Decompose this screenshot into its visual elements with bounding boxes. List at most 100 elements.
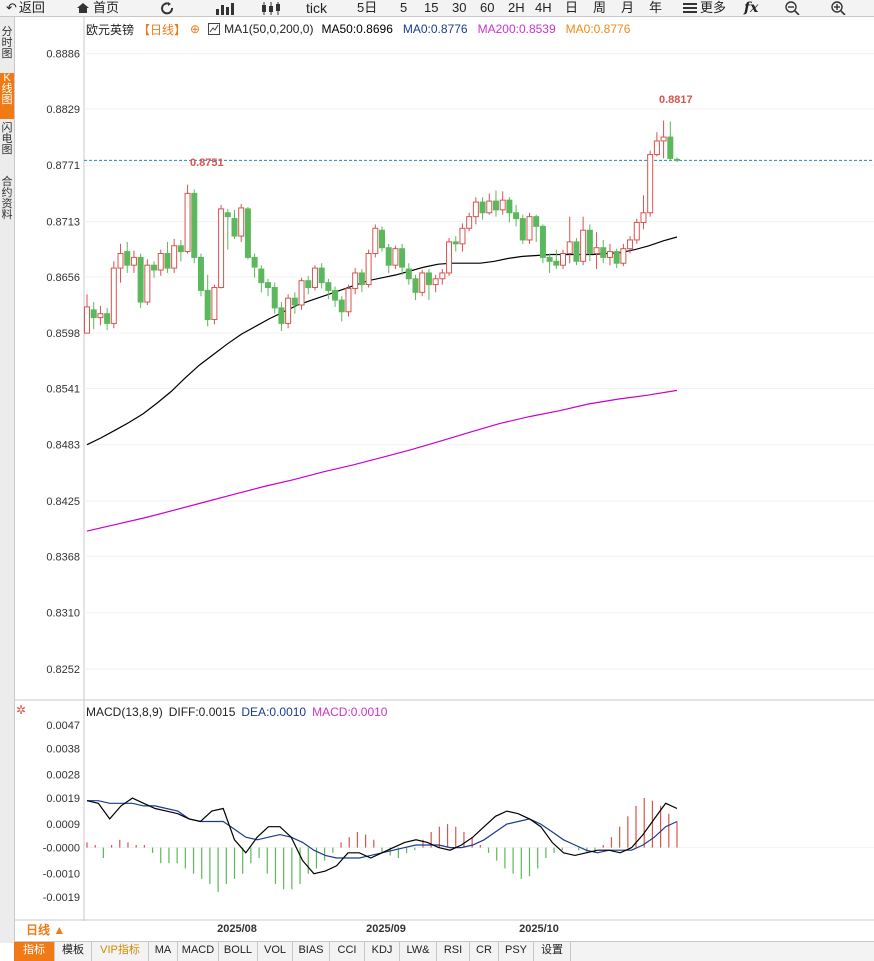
candle-body (171, 245, 178, 269)
tab-vol[interactable]: VOL (258, 942, 293, 961)
ma1-params: MA1(50,0,200,0) (224, 22, 314, 36)
candle-body (358, 272, 365, 286)
candle-body (573, 241, 580, 262)
candle-body (338, 299, 345, 313)
period-5[interactable]: 5 (400, 0, 407, 16)
macd-settings-icon[interactable]: ✲ (16, 703, 26, 717)
candle-body (459, 227, 466, 245)
tab-macd[interactable]: MACD (178, 942, 219, 961)
tab-template[interactable]: 模板 (55, 942, 92, 961)
high-annotation-1: 0.8751 (190, 157, 224, 169)
candle-body (633, 221, 640, 241)
tab-psy[interactable]: PSY (499, 942, 534, 961)
candle-body (452, 241, 459, 245)
candle-body (580, 229, 587, 262)
macd-legend: MACD(13,8,9) DIFF:0.0015 DEA:0.0010 MACD… (86, 705, 387, 719)
tab-cr[interactable]: CR (470, 942, 499, 961)
period-tick[interactable]: tick (306, 0, 327, 16)
candle-body (533, 216, 540, 227)
candle-body (84, 306, 90, 334)
tab-contract-info[interactable]: 合约资料 (0, 177, 14, 233)
candle-body (432, 278, 439, 286)
zoom-out-icon (785, 1, 800, 15)
candle-type-button[interactable] (260, 0, 282, 16)
candle-body (191, 192, 198, 258)
ma200-line (86, 389, 678, 532)
refresh-icon (161, 1, 173, 14)
candle-body (647, 154, 654, 214)
kline-chart[interactable]: 0.8886 0.8829 0.8771 0.8713 0.8656 0.8598 0.85… (0, 0, 874, 960)
candle-body (419, 272, 426, 293)
price-tick-label: 0.8252 (46, 664, 80, 676)
ma0b-value: MA0:0.8776 (565, 22, 631, 36)
macd-tick-label: 0.0028 (46, 770, 80, 782)
high-annotation-2: 0.8817 (659, 94, 693, 106)
add-indicator-icon[interactable]: ⊕ (190, 22, 200, 36)
candle-body (177, 245, 184, 253)
candle-body (251, 256, 258, 268)
tab-flash-chart[interactable]: 闪电图 (0, 123, 14, 163)
tab-lw[interactable]: LW& (400, 942, 437, 961)
back-button[interactable]: ↶ 返回 (6, 0, 45, 16)
main-legend: 欧元英镑 【日线】 ⊕ MA1(50,0,200,0) MA50:0.8696 … (86, 21, 631, 38)
candle-body (519, 218, 526, 241)
candle-body (332, 289, 339, 301)
symbol-name: 欧元英镑 (86, 22, 135, 37)
period-week[interactable]: 周 (593, 0, 606, 16)
tab-kdj[interactable]: KDJ (365, 942, 400, 961)
macd-tick-label: -0.0019 (43, 892, 80, 904)
period-2h[interactable]: 2H (508, 0, 525, 16)
candle-body (466, 216, 473, 229)
tab-vip-indicator[interactable]: VIP指标 (92, 942, 149, 961)
tab-settings[interactable]: 设置 (534, 942, 571, 961)
candle-body (446, 241, 453, 274)
period-30[interactable]: 30 (452, 0, 466, 16)
period-15[interactable]: 15 (424, 0, 438, 16)
candle-body (613, 251, 620, 264)
zoom-in-button[interactable] (831, 0, 846, 16)
tab-rsi[interactable]: RSI (437, 942, 470, 961)
candle-body (405, 268, 412, 280)
back-arrow-icon: ↶ (6, 0, 17, 15)
candle-body (345, 287, 352, 313)
candle-body (298, 280, 305, 306)
tab-boll[interactable]: BOLL (219, 942, 258, 961)
period-label[interactable]: 【日线】 (138, 21, 186, 38)
zoom-out-button[interactable] (785, 0, 800, 16)
candle-body (224, 212, 231, 218)
price-tick-label: 0.8483 (46, 440, 80, 452)
ma200-value: MA200:0.8539 (477, 22, 556, 36)
date-tick-label: 2025/09 (366, 923, 406, 935)
candle-body (385, 247, 392, 266)
candle-body (479, 201, 486, 214)
candle-body (238, 207, 245, 237)
candle-body (600, 247, 607, 258)
refresh-button[interactable] (160, 0, 176, 16)
tab-timeshare[interactable]: 分时图 (0, 27, 14, 63)
period-60[interactable]: 60 (480, 0, 494, 16)
tab-indicator[interactable]: 指标 (14, 942, 55, 961)
period-year[interactable]: 年 (649, 0, 662, 16)
candle-body (184, 192, 191, 253)
period-4h[interactable]: 4H (535, 0, 552, 16)
chart-type-button[interactable] (214, 0, 236, 16)
candle-body (231, 218, 238, 237)
tab-cci[interactable]: CCI (330, 942, 365, 961)
more-button[interactable]: 更多 (683, 0, 726, 16)
formula-button[interactable]: fx (744, 0, 758, 16)
candle-body (157, 253, 164, 271)
period-month[interactable]: 月 (621, 0, 634, 16)
function-icon: fx (744, 0, 759, 16)
period-day[interactable]: 日 (565, 0, 578, 16)
period-5d[interactable]: 5日 (357, 0, 377, 16)
tab-ma[interactable]: MA (149, 942, 178, 961)
candle-body (627, 239, 634, 250)
candle-body (399, 248, 406, 268)
indicator-icon[interactable] (208, 23, 221, 35)
tab-bias[interactable]: BIAS (293, 942, 330, 961)
candle-body (606, 251, 613, 258)
candlestick-icon (262, 1, 280, 15)
tab-kline[interactable]: K线图 (0, 73, 14, 119)
period-selector[interactable]: 日线 ▲ (14, 921, 84, 940)
home-button[interactable]: 首页 (76, 0, 119, 16)
